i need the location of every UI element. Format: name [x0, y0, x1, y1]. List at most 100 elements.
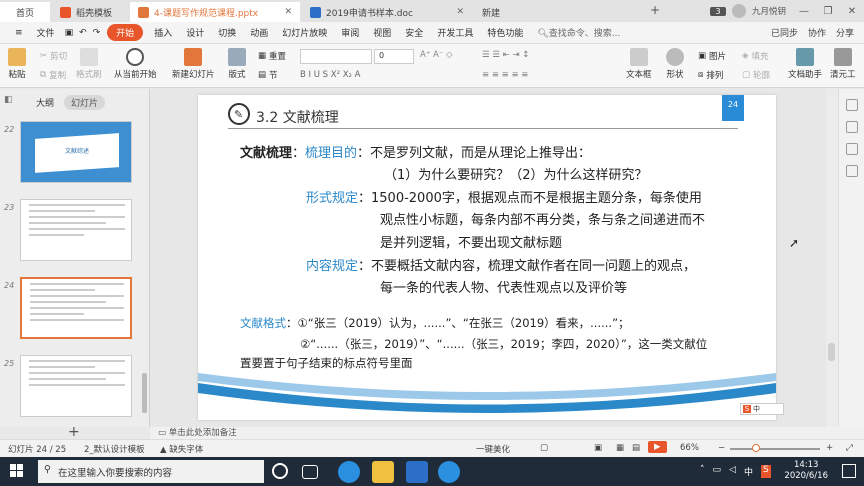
menu-insert[interactable]: 插入: [147, 26, 179, 39]
clock[interactable]: 14:13 2020/6/16: [784, 460, 828, 482]
play-from-current-button[interactable]: 从当前开始: [114, 48, 157, 80]
new-tab-plus-icon[interactable]: +: [650, 3, 660, 17]
doc-assistant-button[interactable]: 文档助手: [788, 48, 822, 80]
textbox-button[interactable]: 文本框: [626, 48, 652, 80]
menu-features[interactable]: 特色功能: [480, 26, 530, 39]
save-icon[interactable]: ▣: [62, 28, 77, 38]
taskbar-search-input[interactable]: ⚲ 在这里输入你要搜索的内容: [38, 460, 264, 483]
shape-button[interactable]: 形状: [666, 48, 684, 80]
beautify-button[interactable]: 一键美化: [476, 443, 510, 455]
shape-pane-icon[interactable]: [845, 143, 858, 155]
window-close-icon[interactable]: ✕: [840, 6, 864, 17]
menu-animation[interactable]: 动画: [243, 26, 275, 39]
chevron-up-icon[interactable]: ˄: [700, 465, 705, 478]
file-explorer-icon[interactable]: [372, 461, 394, 483]
reset-button[interactable]: ▦ 重置: [258, 50, 286, 62]
hamburger-icon[interactable]: ≡: [8, 28, 30, 38]
sogou-icon[interactable]: S: [760, 465, 771, 478]
menu-transition[interactable]: 切换: [211, 26, 243, 39]
tab-count-badge[interactable]: 3: [709, 6, 726, 16]
app-icon[interactable]: [438, 461, 460, 483]
font-size-field[interactable]: 0: [374, 49, 414, 64]
sync-status[interactable]: 已同步: [771, 26, 798, 39]
slideshow-play-button[interactable]: ▶: [648, 441, 667, 453]
wps-writer-icon[interactable]: [406, 461, 428, 483]
view-notes-icon[interactable]: ▤: [632, 443, 640, 453]
copy-button[interactable]: ⧉ 复制: [40, 69, 66, 81]
ime-toolbar[interactable]: S中: [740, 403, 784, 415]
font-style-row[interactable]: B I U S X² X₂ A: [300, 70, 360, 80]
menu-view[interactable]: 视图: [366, 26, 398, 39]
user-name[interactable]: 九月悦钥: [746, 5, 792, 17]
missing-font-button[interactable]: ▲ 缺失字体: [160, 443, 203, 455]
section-button[interactable]: ▤ 节: [258, 69, 278, 81]
tab-outline[interactable]: 大纲: [36, 96, 54, 109]
slide-thumb-24[interactable]: [20, 277, 132, 339]
tab-slides[interactable]: 幻灯片: [64, 94, 106, 110]
properties-icon[interactable]: [845, 99, 858, 111]
format-painter-button[interactable]: 格式刷: [76, 48, 102, 80]
avatar[interactable]: [731, 4, 746, 18]
notification-icon[interactable]: [842, 464, 856, 478]
fit-window-icon[interactable]: ⤢: [846, 443, 853, 453]
template-name[interactable]: 2_默认设计模板: [84, 443, 145, 455]
design-pane-icon[interactable]: [845, 165, 858, 177]
layout-button[interactable]: 版式: [228, 48, 246, 80]
zoom-out-icon[interactable]: −: [718, 443, 725, 453]
arrange-button[interactable]: ⧈ 排列: [698, 69, 723, 81]
command-search[interactable]: 🔍︎查找命令、搜索...: [530, 26, 627, 39]
paste-button[interactable]: 粘贴: [8, 48, 26, 80]
zoom-in-icon[interactable]: +: [826, 443, 833, 453]
volume-icon[interactable]: ◁: [729, 465, 736, 478]
tab-pptx[interactable]: 4-课题写作规范课程.pptx ✕: [130, 2, 300, 22]
tab-doc[interactable]: 2019申请书样本.doc ✕: [302, 2, 472, 22]
share-button[interactable]: 分享: [836, 26, 854, 39]
outline-button[interactable]: ▢ 轮廓: [742, 69, 770, 81]
slide-thumb-23[interactable]: [20, 199, 132, 261]
redo-icon[interactable]: ↷: [90, 28, 104, 38]
clean-tool-button[interactable]: 清元工: [830, 48, 856, 80]
paragraph-row-2[interactable]: ≡ ≡ ≡ ≡ ≡: [482, 70, 528, 80]
scrollbar-thumb[interactable]: [828, 343, 835, 361]
picture-button[interactable]: ▣ 图片: [698, 50, 726, 62]
zoom-slider[interactable]: [730, 448, 820, 450]
zoom-knob[interactable]: [752, 444, 760, 452]
slide[interactable]: ✎ 3.2 文献梳理 24 文献梳理：梳理目的：不是罗列文献，而是从理论上推导出…: [198, 95, 776, 420]
undo-icon[interactable]: ↶: [76, 28, 90, 38]
edge-icon[interactable]: [338, 461, 360, 483]
zoom-level[interactable]: 66%: [680, 443, 699, 453]
view-normal-icon[interactable]: ▢: [540, 443, 548, 453]
new-slide-button[interactable]: 新建幻灯片: [172, 48, 215, 80]
menu-review[interactable]: 审阅: [334, 26, 366, 39]
cut-button[interactable]: ✂ 剪切: [40, 50, 67, 62]
animation-pane-icon[interactable]: [845, 121, 858, 133]
tab-docer[interactable]: 稻壳模板: [52, 2, 128, 22]
tab-home[interactable]: 首页: [0, 2, 50, 22]
minimize-icon[interactable]: —: [792, 6, 816, 17]
menu-developer[interactable]: 开发工具: [430, 26, 480, 39]
network-icon[interactable]: ▭: [713, 465, 722, 478]
close-icon[interactable]: ✕: [284, 7, 292, 17]
paragraph-row-1[interactable]: ☰ ☰ ⇤ ⇥ ↕: [482, 50, 529, 60]
menu-slideshow[interactable]: 幻灯片放映: [275, 26, 334, 39]
vertical-scrollbar[interactable]: [826, 89, 838, 427]
menu-start[interactable]: 开始: [107, 24, 144, 41]
font-name-field[interactable]: [300, 49, 372, 64]
menu-design[interactable]: 设计: [179, 26, 211, 39]
panel-scrollbar[interactable]: [142, 373, 147, 413]
system-tray[interactable]: ˄ ▭ ◁ 中 S: [700, 465, 771, 478]
cortana-icon[interactable]: [272, 463, 288, 479]
menu-security[interactable]: 安全: [398, 26, 430, 39]
notes-pane[interactable]: ▭ 单击此处添加备注: [150, 427, 864, 439]
tab-new[interactable]: 新建: [474, 2, 644, 22]
menu-file[interactable]: 文件: [30, 26, 62, 39]
collab-button[interactable]: 协作: [808, 26, 826, 39]
fill-button[interactable]: ◈ 填充: [742, 50, 769, 62]
slide-thumb-25[interactable]: [20, 355, 132, 417]
slide-thumb-22[interactable]: 文献综述: [20, 121, 132, 183]
view-slide-sorter-icon[interactable]: ▣: [594, 443, 602, 453]
ime-tray[interactable]: 中: [744, 465, 753, 478]
task-view-icon[interactable]: [302, 465, 318, 479]
close-icon[interactable]: ✕: [456, 7, 464, 17]
font-grow-icon[interactable]: A⁺ A⁻ ◇: [420, 50, 453, 60]
